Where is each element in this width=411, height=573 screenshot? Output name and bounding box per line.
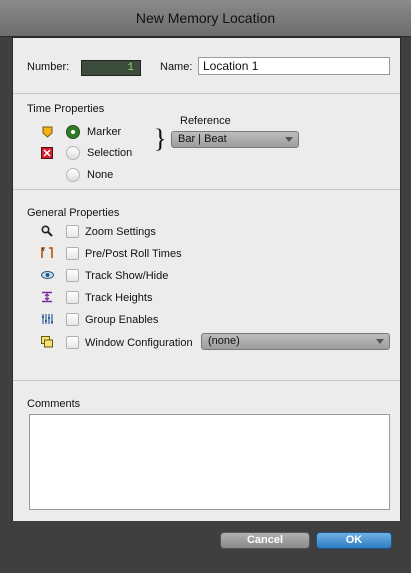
- window-configuration-checkbox[interactable]: [66, 336, 79, 349]
- number-field[interactable]: 1: [81, 60, 141, 76]
- title-bar: New Memory Location: [0, 0, 411, 37]
- reference-label: Reference: [180, 115, 231, 127]
- dialog-panel: Number: 1 Name: Location 1 Time Properti…: [12, 37, 401, 562]
- magnifier-icon: [40, 224, 54, 238]
- cancel-button[interactable]: Cancel: [220, 532, 310, 549]
- name-field[interactable]: Location 1: [198, 57, 390, 75]
- zoom-settings-checkbox[interactable]: [66, 225, 79, 238]
- marker-option-label: Marker: [87, 126, 122, 138]
- chevron-down-icon: [285, 137, 293, 142]
- track-heights-label: Track Heights: [85, 292, 153, 304]
- pre-post-roll-checkbox[interactable]: [66, 247, 79, 260]
- window-configuration-value: (none): [208, 335, 240, 347]
- pre-post-roll-icon: [40, 246, 54, 260]
- group-enables-checkbox[interactable]: [66, 313, 79, 326]
- pre-post-roll-label: Pre/Post Roll Times: [85, 248, 182, 260]
- selection-radio[interactable]: [66, 146, 80, 160]
- track-heights-icon: [40, 290, 54, 304]
- brace-glyph: }: [154, 124, 167, 153]
- chevron-down-icon: [376, 339, 384, 344]
- time-properties-section: Time Properties Marker Selection None } …: [13, 93, 400, 189]
- comments-label: Comments: [27, 398, 81, 410]
- time-properties-heading: Time Properties: [27, 103, 105, 115]
- general-properties-section: General Properties Zoom Settings Pre/Pos…: [13, 189, 400, 380]
- marker-icon: [40, 125, 54, 139]
- new-memory-location-dialog: New Memory Location Number: 1 Name: Loca…: [0, 0, 411, 573]
- selection-option-label: Selection: [87, 147, 133, 159]
- eye-icon: [40, 268, 54, 282]
- zoom-settings-label: Zoom Settings: [85, 226, 156, 238]
- group-enables-label: Group Enables: [85, 314, 159, 326]
- general-properties-heading: General Properties: [27, 207, 120, 219]
- window-configuration-label: Window Configuration: [85, 337, 193, 349]
- ok-button[interactable]: OK: [316, 532, 392, 549]
- window-configuration-dropdown[interactable]: (none): [201, 333, 390, 350]
- track-show-hide-checkbox[interactable]: [66, 269, 79, 282]
- none-option-label: None: [87, 169, 114, 181]
- comments-field[interactable]: [29, 414, 390, 510]
- none-radio[interactable]: [66, 168, 80, 182]
- reference-dropdown[interactable]: Bar | Beat: [171, 131, 299, 148]
- name-label: Name:: [160, 61, 193, 73]
- reference-value: Bar | Beat: [178, 133, 227, 145]
- group-enables-icon: [40, 312, 54, 326]
- marker-radio[interactable]: [66, 125, 80, 139]
- number-label: Number:: [27, 61, 70, 73]
- selection-icon: [40, 146, 54, 160]
- track-heights-checkbox[interactable]: [66, 291, 79, 304]
- window-title: New Memory Location: [135, 10, 276, 26]
- track-show-hide-label: Track Show/Hide: [85, 270, 169, 282]
- window-config-icon: [40, 335, 54, 349]
